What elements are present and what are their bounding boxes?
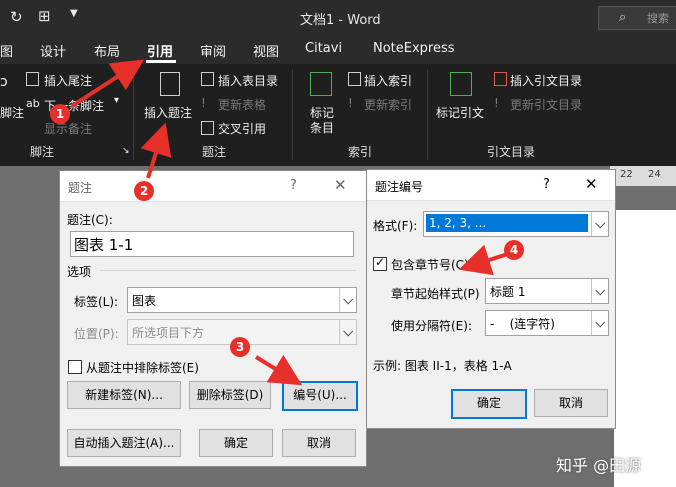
arrow-2 <box>140 122 172 179</box>
annotation-badge-4: 4 <box>504 240 524 260</box>
watermark: 知乎 @田源 <box>556 456 642 475</box>
arrow-4 <box>458 244 509 276</box>
annotation-arrows <box>70 59 509 386</box>
annotation-badge-1: 1 <box>50 104 70 124</box>
annotation-badge-3: 3 <box>230 337 250 357</box>
arrow-3 <box>254 354 303 386</box>
annotation-badge-2: 2 <box>134 181 154 201</box>
arrow-1 <box>70 59 145 108</box>
